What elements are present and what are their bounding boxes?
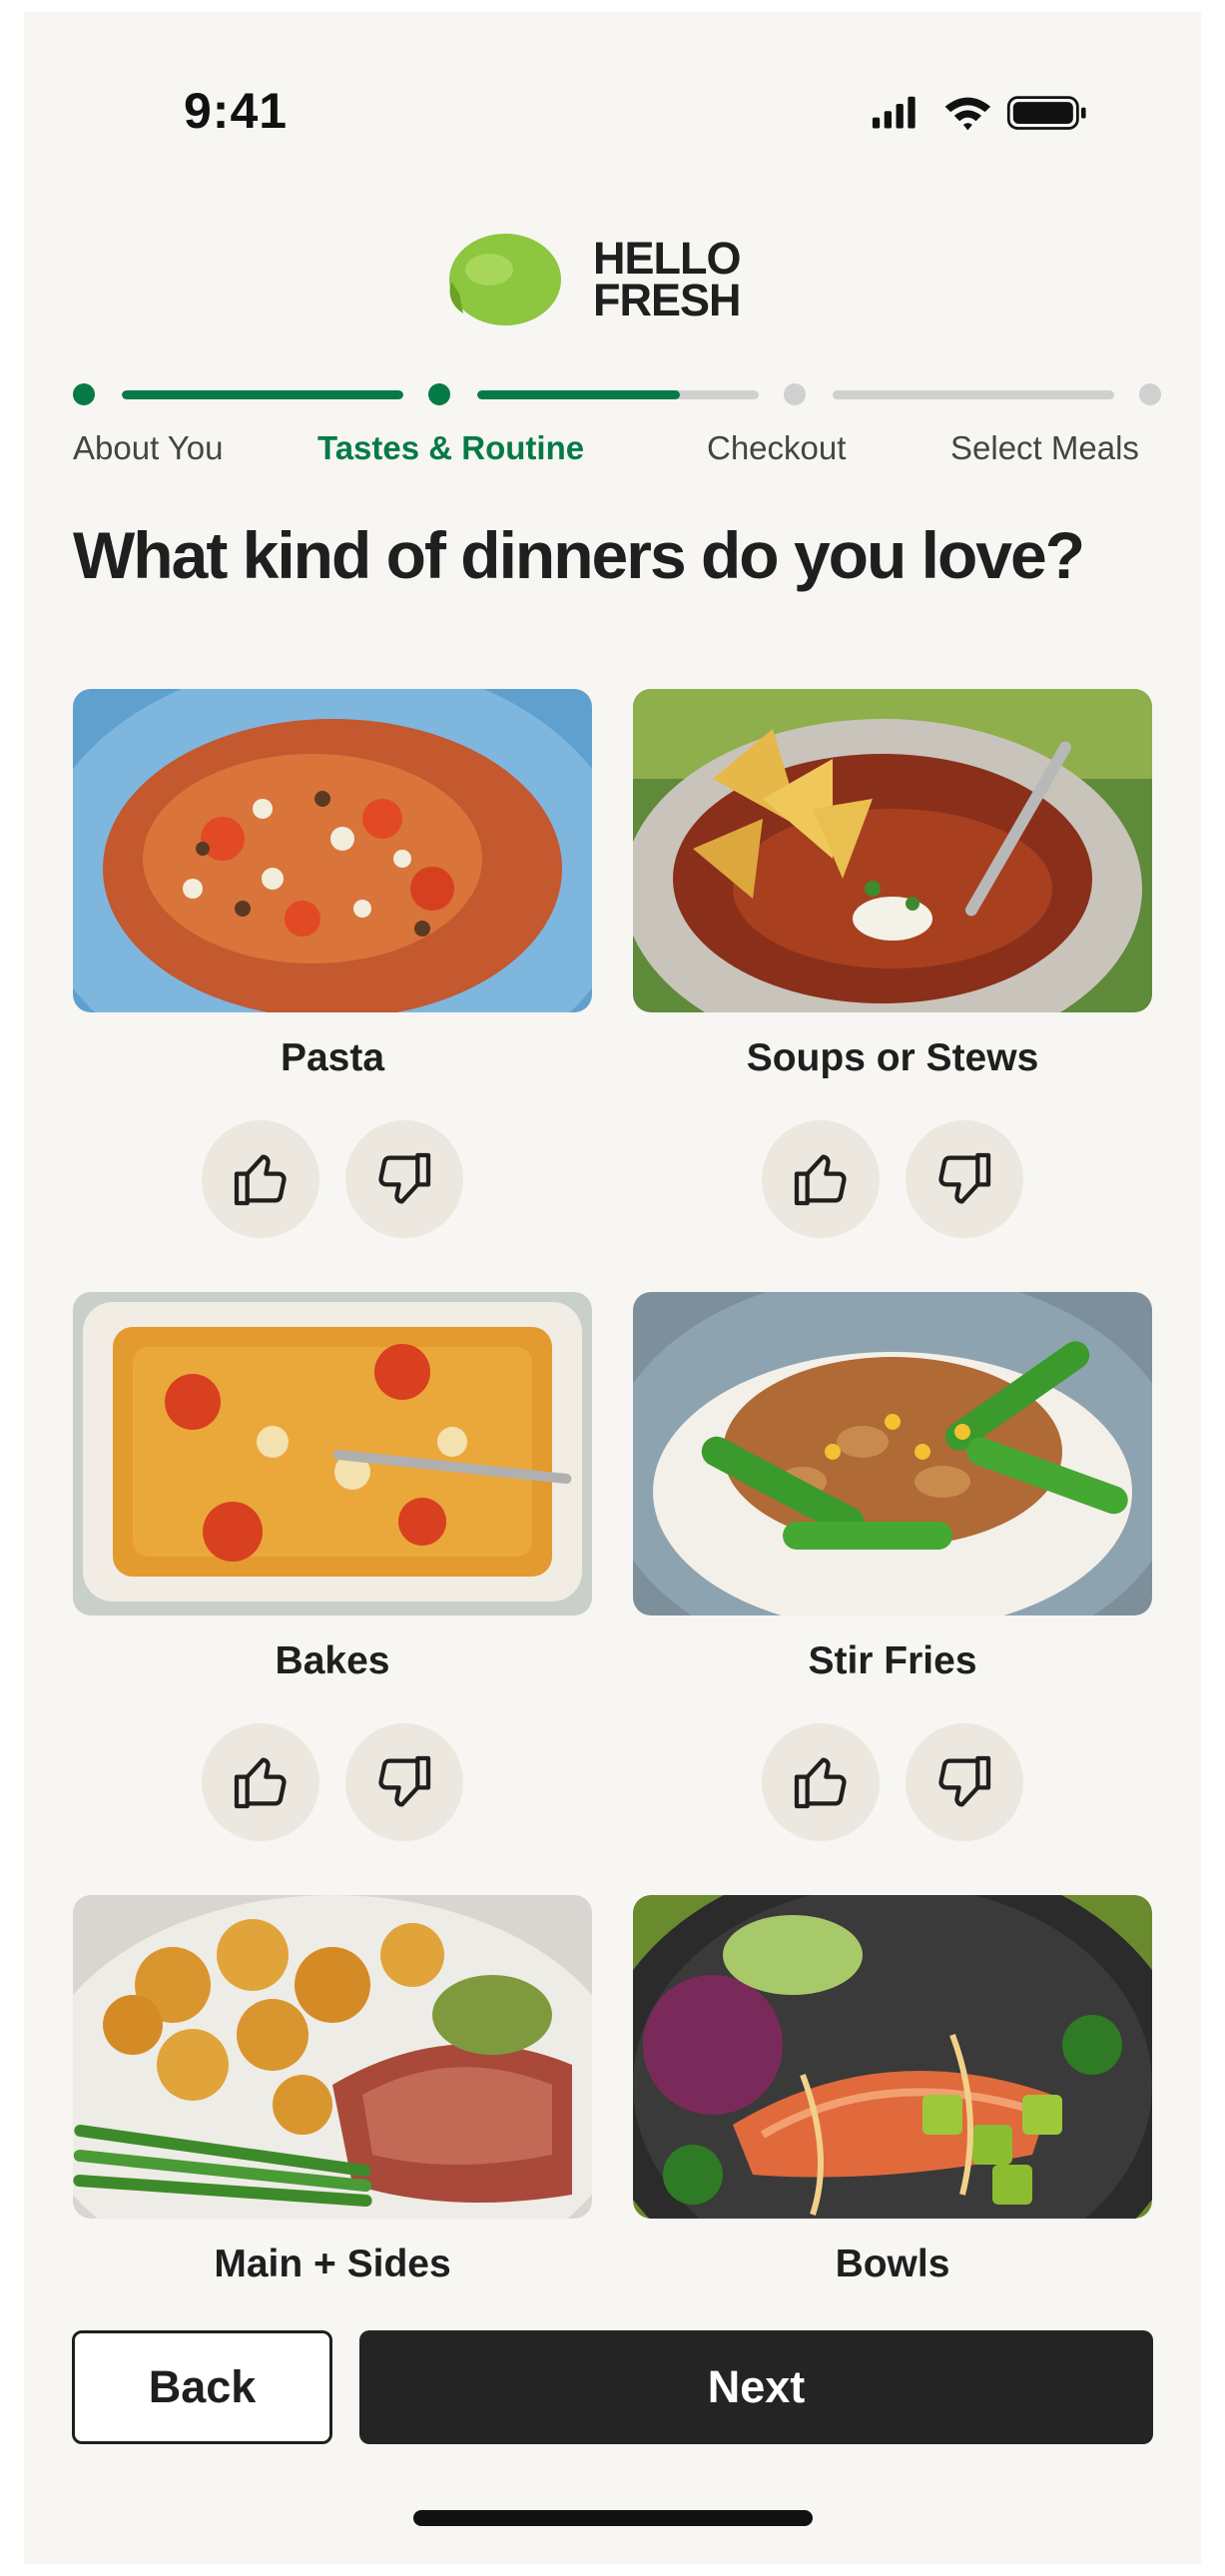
brand-wordmark: HELLO FRESH [593, 233, 742, 325]
step-dot-about-you [73, 383, 95, 405]
dislike-button-soups[interactable] [906, 1120, 1023, 1238]
progress-segment-1 [122, 390, 403, 399]
main-sides-photo[interactable] [73, 1895, 592, 2219]
step-label-about-you: About You [73, 429, 224, 466]
step-label-select-meals: Select Meals [950, 429, 1139, 466]
back-button[interactable]: Back [72, 2330, 332, 2444]
category-label: Main + Sides [214, 2243, 451, 2285]
bake-photo[interactable] [73, 1292, 592, 1615]
thumbs-up-icon [794, 1757, 847, 1809]
step-dot-checkout [784, 383, 806, 405]
progress-segment-3 [833, 390, 1114, 399]
like-button-stir-fries[interactable] [762, 1723, 880, 1841]
stirfry-photo[interactable] [633, 1292, 1152, 1615]
home-indicator[interactable] [413, 2510, 813, 2526]
phone-screen: 9:41 HELLO FRESH About You Tastes & Rout… [24, 12, 1201, 2564]
bowl-photo[interactable] [633, 1895, 1152, 2219]
hellofresh-logo: HELLO FRESH [441, 222, 761, 331]
next-button[interactable]: Next [359, 2330, 1153, 2444]
progress-segment-2 [477, 390, 759, 399]
wifi-icon [944, 97, 991, 131]
step-dot-tastes [428, 383, 450, 405]
soup-photo[interactable] [633, 689, 1152, 1012]
signal-icon [872, 96, 916, 129]
thumbs-up-icon [794, 1154, 847, 1206]
progress-tracker [24, 373, 1201, 433]
status-time: 9:41 [184, 83, 289, 139]
like-button-bakes[interactable] [202, 1723, 319, 1841]
battery-icon [1006, 96, 1086, 130]
like-button-pasta[interactable] [202, 1120, 319, 1238]
pasta-photo[interactable] [73, 689, 592, 1012]
thumbs-down-icon [378, 1152, 431, 1204]
thumbs-down-icon [378, 1755, 431, 1807]
dislike-button-pasta[interactable] [345, 1120, 463, 1238]
lime-icon [449, 234, 561, 325]
thumbs-up-icon [234, 1154, 287, 1206]
status-icons [872, 96, 1086, 131]
category-label: Stir Fries [808, 1639, 977, 1682]
dislike-button-stir-fries[interactable] [906, 1723, 1023, 1841]
category-label: Soups or Stews [746, 1036, 1039, 1079]
step-label-tastes: Tastes & Routine [317, 429, 585, 466]
category-label: Bowls [835, 2243, 950, 2285]
thumbs-down-icon [938, 1755, 991, 1807]
brand-line-2: FRESH [593, 275, 742, 325]
dislike-button-bakes[interactable] [345, 1723, 463, 1841]
category-label: Pasta [280, 1036, 385, 1079]
thumbs-up-icon [234, 1757, 287, 1809]
category-label: Bakes [275, 1639, 390, 1682]
step-dot-select-meals [1139, 383, 1161, 405]
step-label-checkout: Checkout [707, 429, 847, 466]
like-button-soups[interactable] [762, 1120, 880, 1238]
thumbs-down-icon [938, 1152, 991, 1204]
brand-line-1: HELLO [593, 233, 741, 284]
page-title: What kind of dinners do you love? [73, 518, 1085, 592]
